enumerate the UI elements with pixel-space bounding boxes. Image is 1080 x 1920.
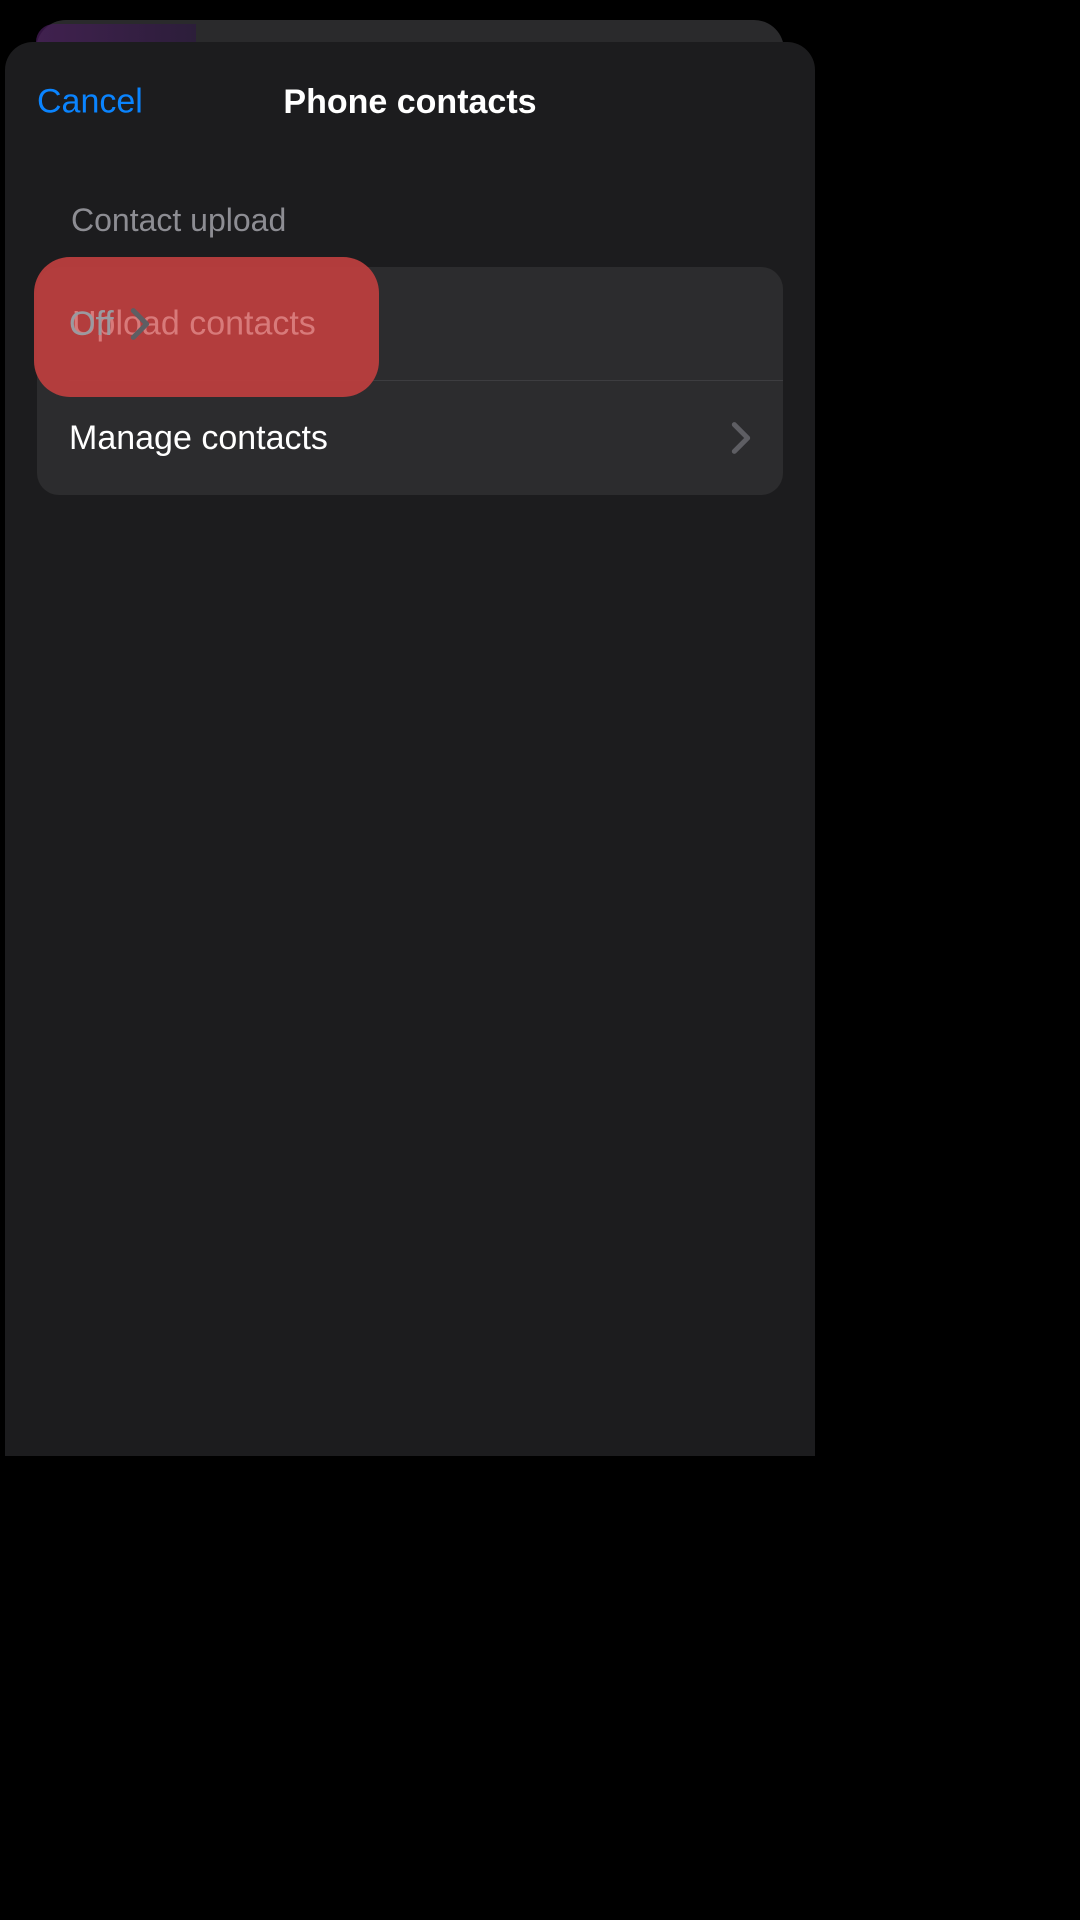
section-header: Contact upload (71, 202, 783, 239)
modal-header: Cancel Phone contacts (5, 42, 815, 162)
cancel-button[interactable]: Cancel (37, 83, 143, 122)
row-value-wrap (731, 421, 751, 455)
modal-sheet: Cancel Phone contacts Contact upload Upl… (5, 42, 815, 1456)
row-manage-contacts[interactable]: Manage contacts (37, 381, 783, 495)
row-upload-contacts[interactable]: Upload contacts Off (37, 267, 783, 381)
row-value-wrap: Off (69, 305, 150, 344)
content-area: Contact upload Upload contacts Off Manag… (5, 202, 815, 495)
settings-list-group: Upload contacts Off Manage contacts (37, 267, 783, 495)
chevron-right-icon (130, 307, 150, 341)
background-gradient-peek (36, 24, 196, 42)
row-label-manage-contacts: Manage contacts (69, 419, 328, 458)
page-title: Phone contacts (283, 83, 536, 122)
chevron-right-icon (731, 421, 751, 455)
row-value-upload-contacts: Off (69, 305, 114, 344)
